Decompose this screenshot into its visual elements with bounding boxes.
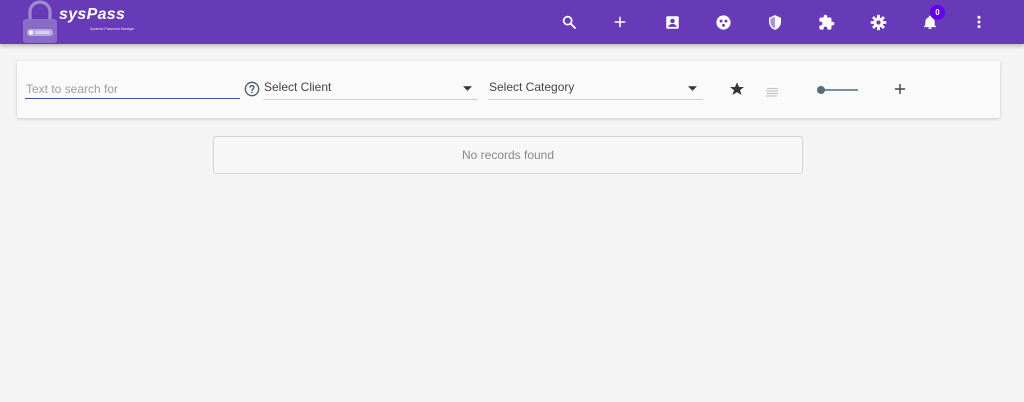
notifications-bell-icon[interactable]: 0 — [918, 5, 945, 34]
client-select-label: Select Client — [264, 80, 332, 94]
face-icon[interactable] — [711, 10, 735, 34]
search-input[interactable] — [25, 79, 240, 99]
app-tagline: Systems Password Manager — [90, 27, 135, 31]
search-panel: Select Client Select Category — [17, 61, 1000, 118]
extension-icon[interactable] — [814, 10, 838, 34]
settings-gear-icon[interactable] — [866, 10, 890, 34]
client-select[interactable]: Select Client — [263, 78, 478, 100]
app-title: sysPass — [59, 6, 126, 23]
view-mode-list-icon[interactable] — [766, 84, 779, 102]
chevron-down-icon — [463, 86, 472, 91]
no-records-message: No records found — [461, 148, 555, 162]
security-shield-icon[interactable] — [763, 10, 787, 34]
account-box-icon[interactable] — [660, 10, 684, 34]
favorites-star-icon[interactable] — [729, 81, 745, 102]
add-icon[interactable] — [894, 82, 906, 100]
slider-track[interactable] — [821, 89, 858, 91]
chevron-down-icon — [688, 86, 697, 91]
category-select[interactable]: Select Category — [488, 78, 703, 100]
add-icon[interactable] — [608, 10, 632, 34]
notification-count-badge: 0 — [930, 5, 945, 20]
slider-thumb[interactable] — [817, 86, 825, 94]
app-logo[interactable]: sysPass Systems Password Manager — [22, 0, 142, 44]
top-app-bar: sysPass Systems Password Manager 0 — [0, 0, 1024, 44]
search-icon[interactable] — [557, 10, 581, 34]
category-select-label: Select Category — [489, 80, 575, 94]
lock-logo-icon — [23, 0, 57, 43]
more-vert-icon[interactable] — [967, 10, 991, 34]
help-icon[interactable] — [244, 81, 260, 102]
results-empty-box: No records found — [213, 136, 803, 174]
